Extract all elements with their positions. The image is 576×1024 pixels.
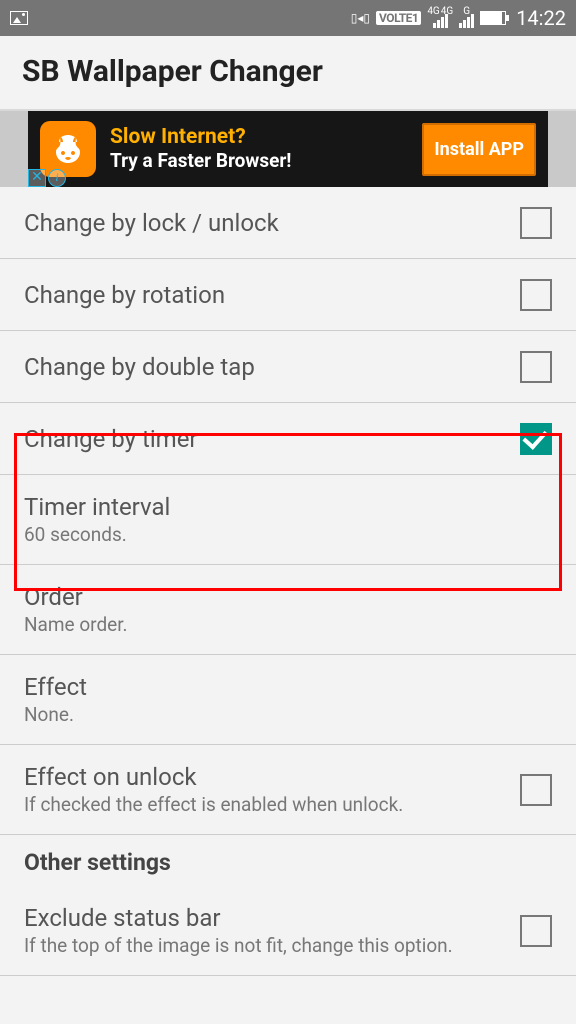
effect-on-unlock-row[interactable]: Effect on unlock If checked the effect i… — [0, 745, 576, 835]
ad-close-icon[interactable]: ✕ — [28, 169, 46, 187]
row-label: Timer interval — [24, 493, 540, 521]
effect-on-unlock-checkbox[interactable] — [520, 774, 552, 806]
change-by-double-tap-row[interactable]: Change by double tap — [0, 331, 576, 403]
row-label: Effect on unlock — [24, 763, 508, 791]
gallery-icon — [10, 11, 28, 25]
change-by-timer-checkbox[interactable] — [520, 423, 552, 455]
effect-row[interactable]: Effect None. — [0, 655, 576, 745]
row-label: Change by rotation — [24, 281, 508, 309]
exclude-status-bar-checkbox[interactable] — [520, 915, 552, 947]
row-label: Change by timer — [24, 425, 508, 453]
row-label: Exclude status bar — [24, 904, 508, 932]
install-app-button[interactable]: Install APP — [422, 123, 536, 176]
change-by-rotation-checkbox[interactable] — [520, 279, 552, 311]
volte-badge: VOLTE1 — [376, 11, 421, 25]
signal-icon-1 — [433, 14, 448, 28]
status-bar: ▯◂▯ VOLTE1 4G4G G 14:22 — [0, 0, 576, 36]
vibrate-icon: ▯◂▯ — [351, 11, 370, 25]
row-label: Change by double tap — [24, 353, 508, 381]
timer-interval-row[interactable]: Timer interval 60 seconds. — [0, 475, 576, 565]
ad-banner-wrap: Slow Internet? Try a Faster Browser! Ins… — [0, 111, 576, 187]
row-sub: If checked the effect is enabled when un… — [24, 793, 508, 816]
row-sub: Name order. — [24, 613, 540, 636]
row-label: Change by lock / unlock — [24, 209, 508, 237]
settings-list: Change by lock / unlock Change by rotati… — [0, 187, 576, 976]
row-sub: 60 seconds. — [24, 523, 540, 546]
app-title-bar: SB Wallpaper Changer — [0, 36, 576, 111]
change-by-lock-row[interactable]: Change by lock / unlock — [0, 187, 576, 259]
change-by-lock-checkbox[interactable] — [520, 207, 552, 239]
exclude-status-bar-row[interactable]: Exclude status bar If the top of the ima… — [0, 886, 576, 976]
other-settings-header: Other settings — [0, 835, 576, 886]
ad-info-icon[interactable]: i — [48, 169, 66, 187]
clock: 14:22 — [516, 6, 566, 30]
row-label: Order — [24, 583, 540, 611]
row-sub: If the top of the image is not fit, chan… — [24, 934, 508, 957]
ad-banner[interactable]: Slow Internet? Try a Faster Browser! Ins… — [28, 111, 548, 187]
change-by-rotation-row[interactable]: Change by rotation — [0, 259, 576, 331]
battery-icon — [480, 11, 506, 25]
section-label: Other settings — [24, 849, 540, 876]
change-by-double-tap-checkbox[interactable] — [520, 351, 552, 383]
order-row[interactable]: Order Name order. — [0, 565, 576, 655]
ad-headline: Slow Internet? — [110, 125, 408, 150]
ad-subline: Try a Faster Browser! — [110, 150, 408, 173]
page-title: SB Wallpaper Changer — [22, 54, 554, 89]
row-label: Effect — [24, 673, 540, 701]
row-sub: None. — [24, 703, 540, 726]
signal-icon-2 — [459, 14, 474, 28]
change-by-timer-row[interactable]: Change by timer — [0, 403, 576, 475]
